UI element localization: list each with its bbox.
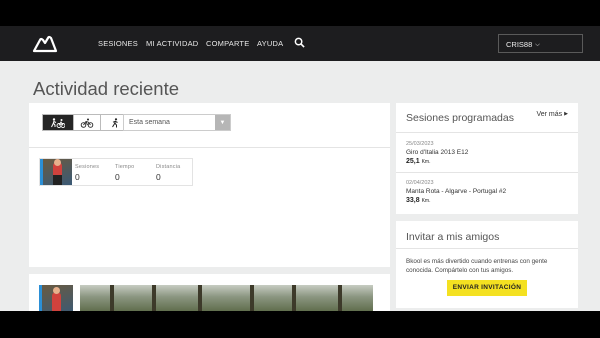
period-select[interactable]: Esta semana ▼ bbox=[123, 114, 231, 131]
filter-cycling[interactable] bbox=[74, 115, 101, 130]
filter-all-sports[interactable] bbox=[43, 115, 74, 130]
invite-friends-panel: Invitar a mis amigos Bkool es más divert… bbox=[396, 221, 578, 308]
all-sports-icon bbox=[51, 117, 65, 128]
invite-description: Bkool es más divertido cuando entrenas c… bbox=[406, 258, 548, 274]
feed-media-image[interactable] bbox=[80, 285, 373, 311]
cycling-icon bbox=[80, 118, 94, 128]
stat-time-value: 0 bbox=[115, 172, 120, 182]
stat-time-label: Tiempo bbox=[115, 164, 135, 170]
scheduled-sessions-title: Sesiones programadas bbox=[406, 112, 514, 124]
stat-distance-label: Distancia bbox=[156, 164, 181, 170]
chevron-down-icon: ⌵ bbox=[535, 42, 540, 48]
stat-sessions-value: 0 bbox=[75, 172, 80, 182]
session-distance-value: 25,1 bbox=[406, 158, 420, 165]
stat-distance-value: 0 bbox=[156, 172, 161, 182]
activity-panel: Esta semana ▼ Sesiones 0 Tiempo 0 Distan… bbox=[29, 103, 390, 267]
username: CRIS88 bbox=[506, 40, 533, 49]
period-select-value: Esta semana bbox=[129, 119, 170, 126]
scheduled-sessions-panel: Sesiones programadas Ver más ▶ 25/03/2023… bbox=[396, 103, 578, 214]
divider bbox=[396, 172, 578, 173]
session-distance: 33,8 Km. bbox=[406, 197, 506, 204]
see-more-label: Ver más bbox=[536, 111, 563, 118]
scheduled-session-item[interactable]: 25/03/2023 Giro d'Italia 2013 E12 25,1 K… bbox=[406, 141, 468, 165]
avatar bbox=[40, 159, 72, 185]
user-menu[interactable]: CRIS88 ⌵ bbox=[498, 34, 583, 53]
activity-summary-card: Sesiones 0 Tiempo 0 Distancia 0 bbox=[39, 158, 193, 186]
sport-filter bbox=[42, 114, 129, 131]
nav-ayuda[interactable]: AYUDA bbox=[257, 39, 283, 48]
session-distance-unit: Km. bbox=[421, 159, 431, 165]
see-more-link[interactable]: Ver más ▶ bbox=[536, 111, 568, 118]
invite-title: Invitar a mis amigos bbox=[406, 231, 500, 243]
session-name[interactable]: Manta Rota - Algarve - Portugal #2 bbox=[406, 188, 506, 195]
divider bbox=[396, 132, 578, 133]
nav-sesiones[interactable]: SESIONES bbox=[98, 39, 138, 48]
avatar bbox=[39, 285, 73, 311]
chevron-down-icon: ▼ bbox=[215, 115, 230, 130]
scheduled-session-item[interactable]: 02/04/2023 Manta Rota - Algarve - Portug… bbox=[406, 180, 506, 204]
session-date: 25/03/2023 bbox=[406, 141, 434, 147]
send-invitation-button[interactable]: ENVIAR INVITACIÓN bbox=[447, 280, 527, 296]
session-distance-value: 33,8 bbox=[406, 197, 420, 204]
running-icon bbox=[111, 117, 118, 127]
stat-sessions-label: Sesiones bbox=[75, 164, 100, 170]
stat-time: Tiempo 0 bbox=[115, 164, 134, 182]
bkool-logo[interactable] bbox=[32, 35, 58, 53]
stat-distance: Distancia 0 bbox=[156, 164, 180, 182]
letterbox-top bbox=[0, 0, 600, 26]
nav-mi-actividad[interactable]: MI ACTIVIDAD bbox=[146, 39, 198, 48]
session-date: 02/04/2023 bbox=[406, 180, 434, 186]
caret-right-icon: ▶ bbox=[564, 111, 568, 117]
activity-feed-item bbox=[29, 274, 390, 311]
session-distance: 25,1 Km. bbox=[406, 158, 468, 165]
letterbox-bottom bbox=[0, 311, 600, 338]
session-distance-unit: Km. bbox=[421, 198, 431, 204]
page-title: Actividad reciente bbox=[33, 78, 180, 99]
nav-comparte[interactable]: COMPARTE bbox=[206, 39, 249, 48]
divider bbox=[396, 248, 578, 249]
search-icon[interactable] bbox=[294, 37, 305, 48]
top-navbar: SESIONES MI ACTIVIDAD COMPARTE AYUDA CRI… bbox=[0, 26, 600, 61]
divider bbox=[29, 147, 390, 148]
main-content: Actividad reciente Esta semana ▼ Sesione… bbox=[0, 61, 600, 311]
stat-sessions: Sesiones 0 bbox=[75, 164, 99, 182]
session-name[interactable]: Giro d'Italia 2013 E12 bbox=[406, 149, 468, 156]
